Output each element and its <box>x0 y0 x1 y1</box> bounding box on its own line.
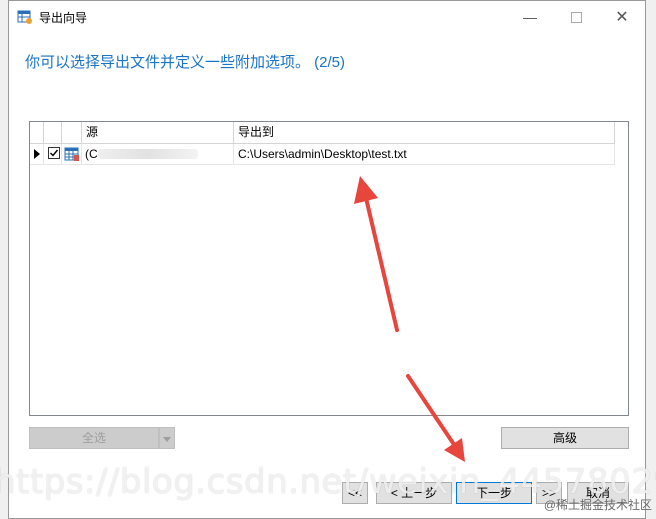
header-icon-cell <box>62 122 82 143</box>
table-wizard-icon <box>17 10 32 24</box>
title-bar: 导出向导 — ✕ <box>9 1 645 33</box>
minimize-button[interactable]: — <box>507 1 553 33</box>
source-cell[interactable]: (C <box>82 144 234 164</box>
table-icon <box>64 147 79 161</box>
close-button[interactable]: ✕ <box>599 1 645 33</box>
header-check-cell <box>44 122 62 143</box>
row-indicator <box>30 144 44 164</box>
wizard-step-heading: 你可以选择导出文件并定义一些附加选项。 (2/5) <box>25 54 346 71</box>
row-checkbox[interactable] <box>48 147 60 159</box>
column-header-destination[interactable]: 导出到 <box>234 122 615 143</box>
row-icon-cell <box>62 144 82 164</box>
checkbox-icon <box>50 149 59 157</box>
window-title: 导出向导 <box>39 11 88 25</box>
maximize-button[interactable] <box>553 1 599 33</box>
table-row[interactable]: (C C:\Users\admin\Desktop\test.txt <box>30 144 615 165</box>
source-name: (C <box>85 147 98 161</box>
export-wizard-dialog: 导出向导 — ✕ 你可以选择导出文件并定义一些附加选项。 (2/5) 源 导出到 <box>8 0 646 519</box>
select-all-button[interactable]: 全选 <box>29 427 159 449</box>
export-file-grid[interactable]: 源 导出到 (C C:\Users\admin\Desktop\test.txt <box>29 121 629 416</box>
maximize-icon <box>570 11 582 23</box>
watermark-tag: @稀土掘金技术社区 <box>543 498 652 512</box>
row-pointer-icon <box>34 149 40 159</box>
header-indicator-cell <box>30 122 44 143</box>
column-header-source[interactable]: 源 <box>82 122 234 143</box>
background-app-right <box>645 0 656 519</box>
advanced-button[interactable]: 高级 <box>501 427 629 449</box>
grid-header: 源 导出到 <box>30 122 615 144</box>
destination-cell[interactable]: C:\Users\admin\Desktop\test.txt <box>234 144 615 164</box>
redacted-source <box>98 149 198 159</box>
row-check-cell <box>44 144 62 164</box>
select-all-dropdown-button[interactable] <box>159 427 175 449</box>
chevron-down-icon <box>163 437 171 442</box>
minimize-icon: — <box>523 9 537 25</box>
close-icon: ✕ <box>615 9 629 26</box>
